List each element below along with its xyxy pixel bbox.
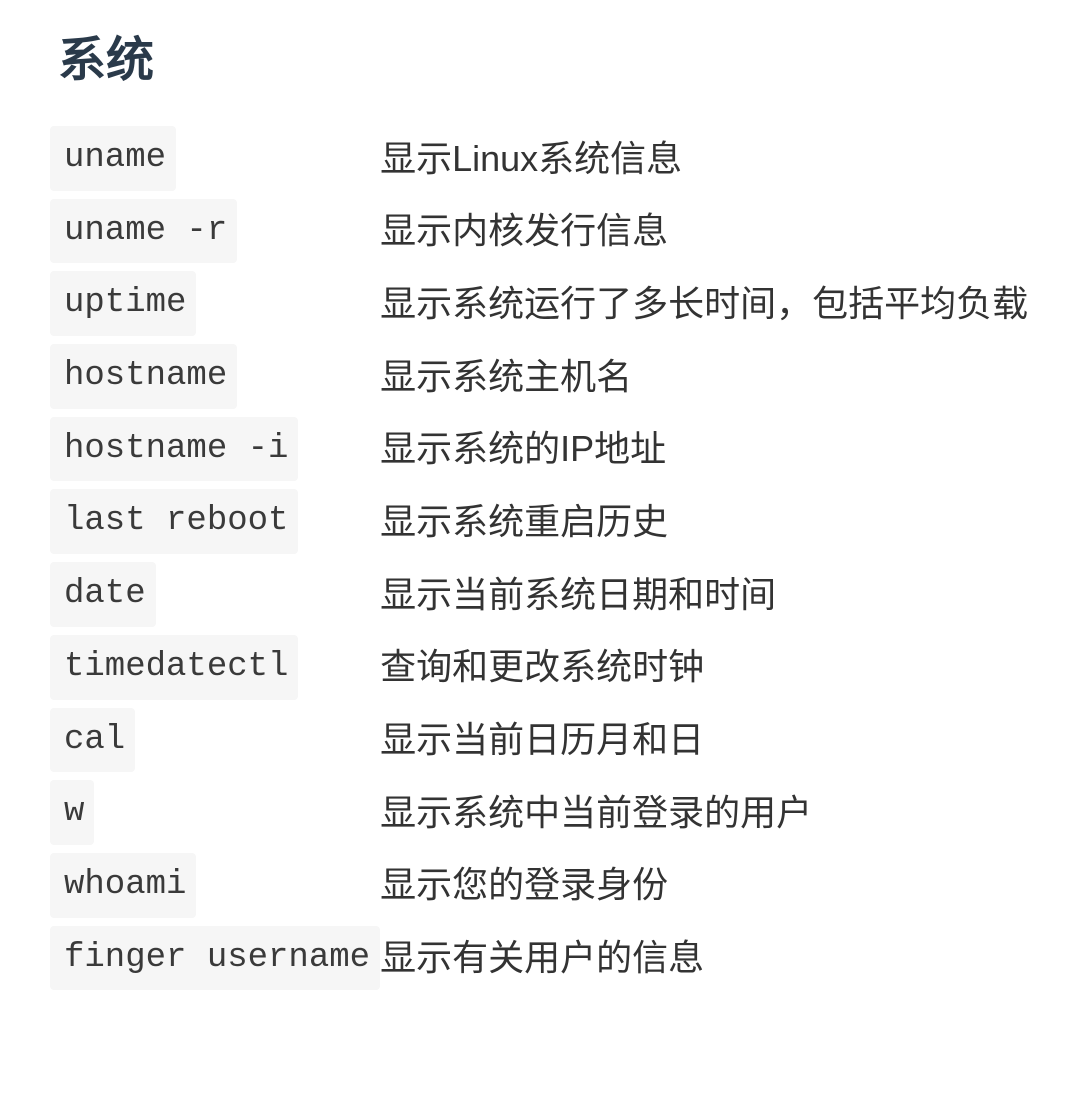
command-code: cal	[50, 708, 135, 773]
command-code: w	[50, 780, 94, 845]
command-cell: uname -r	[50, 199, 380, 264]
section-title: 系统	[58, 20, 1030, 90]
table-row: whoami 显示您的登录身份	[50, 853, 1030, 918]
description-cell: 显示Linux系统信息	[380, 126, 1030, 191]
command-cell: last reboot	[50, 489, 380, 554]
description-cell: 显示当前系统日期和时间	[380, 562, 1030, 627]
command-code: date	[50, 562, 156, 627]
description-cell: 显示系统重启历史	[380, 489, 1030, 554]
command-code: whoami	[50, 853, 196, 918]
command-code: uname	[50, 126, 176, 191]
table-row: timedatectl 查询和更改系统时钟	[50, 635, 1030, 700]
command-cell: uname	[50, 126, 380, 191]
command-code: uname -r	[50, 199, 237, 264]
command-cell: finger username	[50, 926, 380, 991]
description-cell: 显示有关用户的信息	[380, 926, 1030, 991]
command-code: hostname -i	[50, 417, 298, 482]
command-cell: whoami	[50, 853, 380, 918]
command-cell: timedatectl	[50, 635, 380, 700]
table-row: date 显示当前系统日期和时间	[50, 562, 1030, 627]
description-cell: 显示系统中当前登录的用户	[380, 780, 1030, 845]
table-row: finger username显示有关用户的信息	[50, 926, 1030, 991]
table-row: hostname 显示系统主机名	[50, 344, 1030, 409]
table-row: last reboot 显示系统重启历史	[50, 489, 1030, 554]
table-row: uptime 显示系统运行了多长时间，包括平均负载	[50, 271, 1030, 336]
command-code: uptime	[50, 271, 196, 336]
command-code: last reboot	[50, 489, 298, 554]
command-cell: date	[50, 562, 380, 627]
description-cell: 查询和更改系统时钟	[380, 635, 1030, 700]
description-cell: 显示系统运行了多长时间，包括平均负载	[380, 271, 1030, 336]
table-row: w 显示系统中当前登录的用户	[50, 780, 1030, 845]
table-row: cal 显示当前日历月和日	[50, 708, 1030, 773]
command-cell: cal	[50, 708, 380, 773]
table-row: uname 显示Linux系统信息	[50, 126, 1030, 191]
description-cell: 显示内核发行信息	[380, 199, 1030, 264]
command-code: hostname	[50, 344, 237, 409]
description-cell: 显示系统主机名	[380, 344, 1030, 409]
table-row: uname -r 显示内核发行信息	[50, 199, 1030, 264]
command-cell: w	[50, 780, 380, 845]
command-code: finger username	[50, 926, 380, 991]
command-code: timedatectl	[50, 635, 298, 700]
table-row: hostname -i 显示系统的IP地址	[50, 417, 1030, 482]
command-cell: uptime	[50, 271, 380, 336]
description-cell: 显示您的登录身份	[380, 853, 1030, 918]
command-table: uname 显示Linux系统信息 uname -r 显示内核发行信息 uptime 显示…	[50, 118, 1030, 998]
description-cell: 显示系统的IP地址	[380, 417, 1030, 482]
command-cell: hostname -i	[50, 417, 380, 482]
command-cell: hostname	[50, 344, 380, 409]
description-cell: 显示当前日历月和日	[380, 708, 1030, 773]
